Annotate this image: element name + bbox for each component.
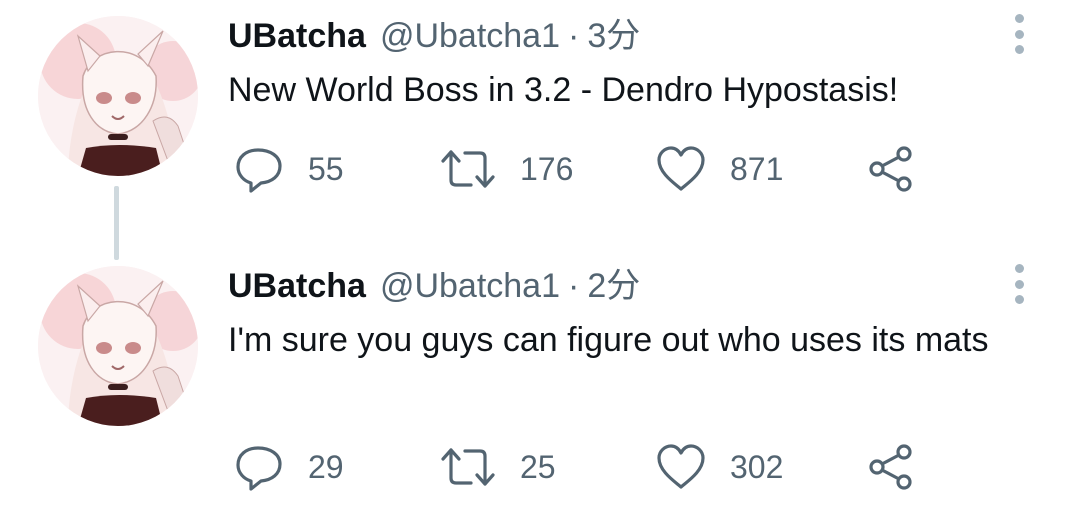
reply-button[interactable]: 29 — [234, 442, 344, 492]
tweet-header: UBatcha @Ubatcha1 · 3分 — [228, 14, 640, 58]
share-button[interactable] — [866, 442, 916, 492]
reply-icon — [236, 446, 282, 491]
tweet-text: I'm sure you guys can figure out who use… — [228, 321, 989, 359]
user-handle[interactable]: @Ubatcha1 — [380, 264, 560, 308]
like-button[interactable]: 871 — [656, 144, 783, 194]
avatar-image — [38, 266, 198, 426]
share-icon — [869, 444, 912, 490]
retweet-button[interactable]: 25 — [440, 442, 556, 492]
display-name[interactable]: UBatcha — [228, 264, 366, 308]
user-handle[interactable]: @Ubatcha1 — [380, 14, 560, 58]
retweet-count: 25 — [520, 448, 556, 485]
separator: · — [568, 17, 580, 55]
thread-connector-line — [114, 186, 119, 260]
timestamp[interactable]: 2分 — [587, 264, 640, 308]
share-button[interactable] — [866, 144, 916, 194]
more-options-icon[interactable] — [1009, 14, 1029, 54]
like-count: 302 — [730, 448, 784, 485]
retweet-icon — [441, 448, 495, 486]
avatar[interactable] — [38, 266, 198, 426]
timestamp[interactable]: 3分 — [587, 14, 640, 58]
separator: · — [568, 267, 580, 305]
avatar[interactable] — [38, 16, 198, 176]
like-count: 871 — [730, 150, 784, 187]
heart-icon — [657, 146, 705, 191]
tweet[interactable]: UBatcha @Ubatcha1 · 2分 I'm sure you guys… — [0, 250, 1079, 522]
tweet-actions: 55 176 871 — [234, 144, 934, 194]
reply-count: 55 — [308, 150, 344, 187]
retweet-count: 176 — [520, 150, 574, 187]
reply-button[interactable]: 55 — [234, 144, 344, 194]
share-icon — [869, 146, 912, 192]
tweet-text: New World Boss in 3.2 - Dendro Hypostasi… — [228, 71, 899, 109]
retweet-icon — [441, 150, 495, 188]
retweet-button[interactable]: 176 — [440, 144, 573, 194]
reply-count: 29 — [308, 448, 344, 485]
tweet-header: UBatcha @Ubatcha1 · 2分 — [228, 264, 640, 308]
like-button[interactable]: 302 — [656, 442, 783, 492]
more-options-icon[interactable] — [1009, 264, 1029, 304]
tweet-actions: 29 25 302 — [234, 442, 934, 492]
avatar-image — [38, 16, 198, 176]
reply-icon — [236, 148, 282, 193]
display-name[interactable]: UBatcha — [228, 14, 366, 58]
tweet[interactable]: UBatcha @Ubatcha1 · 3分 New World Boss in… — [0, 0, 1079, 260]
heart-icon — [657, 444, 705, 489]
